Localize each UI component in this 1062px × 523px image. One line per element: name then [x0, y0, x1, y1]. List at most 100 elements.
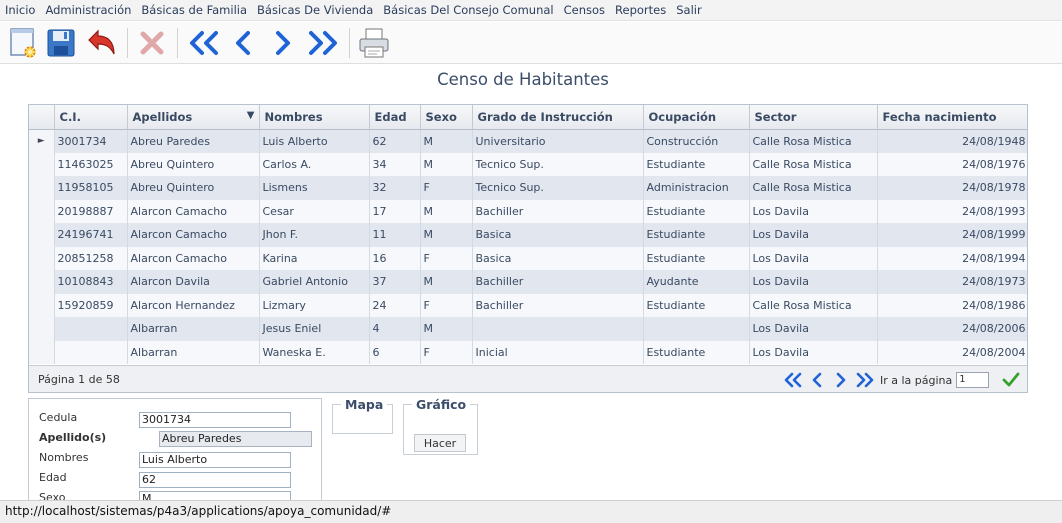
toolbar-separator — [349, 28, 350, 58]
menu-censos[interactable]: Censos — [564, 3, 605, 17]
table-row[interactable]: 11958105 Abreu Quintero Lismens 32 F Tec… — [29, 176, 1027, 200]
menu-salir[interactable]: Salir — [676, 3, 701, 17]
edad-label: Edad — [39, 471, 67, 484]
first-page-icon — [190, 31, 218, 55]
row-selector[interactable] — [29, 176, 55, 200]
previous-icon — [236, 31, 250, 55]
row-selector[interactable] — [29, 152, 55, 176]
cell-ocupacion: Estudiante — [643, 152, 750, 176]
cell-ocupacion: Estudiante — [643, 223, 750, 247]
print-button[interactable] — [357, 26, 391, 60]
cell-sector: Los Davila — [749, 223, 878, 247]
cell-edad: 11 — [369, 223, 421, 247]
row-selector[interactable] — [29, 199, 55, 223]
cell-ocupacion: Estudiante — [643, 340, 750, 364]
cell-sexo: M — [420, 270, 473, 294]
menu-basicas-vivienda[interactable]: Básicas De Vivienda — [257, 3, 373, 17]
census-grid: C.I. Apellidos ▼ Nombres Edad Sexo Grado … — [28, 104, 1028, 393]
col-header-ci[interactable]: C.I. — [54, 105, 128, 130]
page-title: Censo de Habitantes — [437, 70, 609, 89]
cell-edad: 4 — [369, 317, 421, 341]
edad-field[interactable]: 62 — [139, 472, 291, 488]
cell-ci — [54, 340, 128, 364]
table-row[interactable]: 20851258 Alarcon Camacho Karina 16 F Bas… — [29, 246, 1027, 270]
previous-button[interactable] — [226, 26, 260, 60]
cell-nombres: Luis Alberto — [259, 129, 370, 153]
table-row[interactable]: 20198887 Alarcon Camacho Cesar 17 M Bach… — [29, 199, 1027, 223]
col-header-grado[interactable]: Grado de Instrucción — [472, 105, 644, 130]
cell-apellidos: Abreu Quintero — [127, 152, 260, 176]
cell-sexo: M — [420, 152, 473, 176]
save-button[interactable] — [44, 26, 78, 60]
cell-fecha: 24/08/1994 — [877, 246, 1027, 270]
menu-inicio[interactable]: Inicio — [5, 3, 35, 17]
cell-edad: 16 — [369, 246, 421, 270]
cell-ci: 24196741 — [54, 223, 128, 247]
table-row[interactable]: 11463025 Abreu Quintero Carlos A. 34 M T… — [29, 152, 1027, 176]
cell-ocupacion: Construcción — [643, 129, 750, 153]
goto-page-ok-button[interactable] — [1001, 370, 1021, 390]
pager-first-button[interactable] — [781, 370, 805, 390]
row-selector[interactable] — [29, 270, 55, 294]
cell-ocupacion: Ayudante — [643, 270, 750, 294]
next-icon — [276, 31, 290, 55]
first-button[interactable] — [187, 26, 221, 60]
menu-administracion[interactable]: Administración — [45, 3, 131, 17]
menu-reportes[interactable]: Reportes — [615, 3, 666, 17]
previous-icon — [812, 372, 822, 388]
next-button[interactable] — [266, 26, 300, 60]
row-selector[interactable] — [29, 293, 55, 317]
table-row[interactable]: Albarran Jesus Eniel 4 M Los Davila 24/0… — [29, 317, 1027, 341]
col-header-fecha[interactable]: Fecha nacimiento — [877, 105, 1027, 130]
cell-nombres: Karina — [259, 246, 370, 270]
col-header-apellidos[interactable]: Apellidos ▼ — [127, 105, 260, 130]
apellidos-field[interactable]: Abreu Paredes — [159, 431, 312, 447]
table-row[interactable]: 15920859 Alarcon Hernandez Lizmary 24 F … — [29, 293, 1027, 317]
menu-basicas-consejo[interactable]: Básicas Del Consejo Comunal — [383, 3, 553, 17]
col-header-sexo[interactable]: Sexo — [420, 105, 473, 130]
cell-grado: Bachiller — [472, 270, 644, 294]
cell-sexo: M — [420, 129, 473, 153]
row-selector[interactable] — [29, 317, 55, 341]
last-page-icon — [856, 372, 874, 388]
sort-desc-icon: ▼ — [246, 109, 255, 121]
undo-button[interactable] — [84, 26, 118, 60]
cell-apellidos: Albarran — [127, 340, 260, 364]
cedula-field[interactable]: 3001734 — [139, 412, 291, 428]
page-info: Página 1 de 58 — [38, 373, 120, 386]
cell-fecha: 24/08/2004 — [877, 340, 1027, 364]
cell-grado: Tecnico Sup. — [472, 152, 644, 176]
grafico-fieldset: Gráfico Hacer — [403, 397, 478, 455]
col-header-ocupacion[interactable]: Ocupación — [643, 105, 750, 130]
pager-last-button[interactable] — [853, 370, 877, 390]
cell-ocupacion: Administracion — [643, 176, 750, 200]
row-selector[interactable] — [29, 246, 55, 270]
new-button[interactable] — [6, 26, 40, 60]
hacer-button[interactable]: Hacer — [414, 434, 466, 452]
table-row[interactable]: 10108843 Alarcon Davila Gabriel Antonio … — [29, 270, 1027, 294]
table-row[interactable]: Albarran Waneska E. 6 F Inicial Estudian… — [29, 340, 1027, 364]
goto-page-input[interactable]: 1 — [956, 372, 990, 388]
col-header-nombres[interactable]: Nombres — [259, 105, 370, 130]
nombres-field[interactable]: Luis Alberto — [139, 452, 291, 468]
cell-sexo: F — [420, 176, 473, 200]
row-selector[interactable] — [29, 340, 55, 364]
cell-apellidos: Alarcon Davila — [127, 270, 260, 294]
pager-previous-button[interactable] — [805, 370, 829, 390]
cell-ci: 11463025 — [54, 152, 128, 176]
cell-sexo: F — [420, 340, 473, 364]
col-header-sector[interactable]: Sector — [749, 105, 878, 130]
table-row[interactable]: 24196741 Alarcon Camacho Jhon F. 11 M Ba… — [29, 223, 1027, 247]
last-button[interactable] — [306, 26, 340, 60]
col-header-edad[interactable]: Edad — [369, 105, 421, 130]
pager-next-button[interactable] — [829, 370, 853, 390]
cell-sexo: F — [420, 246, 473, 270]
row-selector[interactable] — [29, 223, 55, 247]
delete-button[interactable] — [135, 26, 169, 60]
table-row[interactable]: ► 3001734 Abreu Paredes Luis Alberto 62 … — [29, 129, 1027, 153]
toolbar-separator — [177, 28, 178, 58]
cell-fecha: 24/08/1993 — [877, 199, 1027, 223]
cell-edad: 62 — [369, 129, 421, 153]
cell-fecha: 24/08/1973 — [877, 270, 1027, 294]
menu-basicas-familia[interactable]: Básicas de Familia — [141, 3, 247, 17]
